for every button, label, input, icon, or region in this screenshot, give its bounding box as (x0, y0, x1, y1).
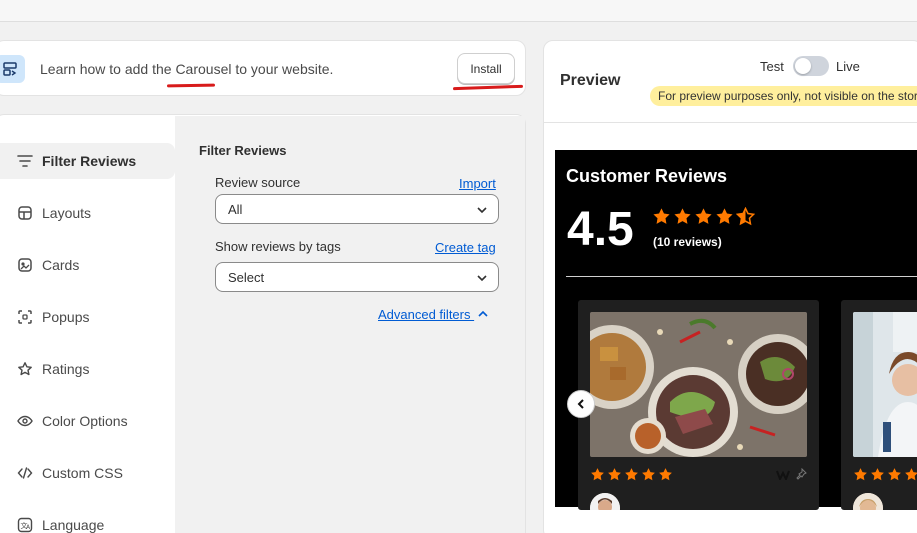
chevron-up-icon (478, 310, 488, 317)
import-link[interactable]: Import (459, 176, 496, 191)
carousel-prev-button[interactable] (567, 390, 595, 418)
advanced-filters-label: Advanced filters (378, 307, 471, 322)
star-icon (854, 468, 867, 481)
sidebar-item-label: Custom CSS (42, 465, 123, 481)
preview-title: Preview (560, 72, 621, 89)
sidebar-item-label: Cards (42, 257, 80, 273)
code-icon (16, 464, 34, 482)
sidebar-item-filter-reviews[interactable]: Filter Reviews (0, 143, 175, 179)
star-icon (608, 468, 621, 481)
banner-text-before: Learn how to add the (40, 61, 176, 77)
half-star-icon (736, 207, 755, 226)
sidebar-item-layouts[interactable]: Layouts (0, 195, 175, 231)
star-icon (653, 208, 670, 224)
preview-divider (544, 122, 917, 123)
chevron-down-icon (476, 204, 488, 219)
banner-highlight: Carousel (175, 61, 232, 77)
chevron-left-icon (577, 399, 584, 409)
person-at-desk-photo (853, 312, 917, 457)
star-icon (591, 468, 604, 481)
star-icon (625, 468, 638, 481)
star-icon (695, 208, 712, 224)
svg-text:A: A (26, 524, 31, 531)
review-source-label: Review source (215, 175, 301, 190)
create-tag-link[interactable]: Create tag (435, 240, 496, 255)
install-button[interactable]: Install (457, 53, 515, 84)
widget-title: Customer Reviews (566, 166, 728, 186)
tags-label: Show reviews by tags (215, 239, 341, 254)
food-plates-photo (590, 312, 807, 457)
star-icon (642, 468, 655, 481)
widget-code-icon (0, 55, 25, 83)
tags-select-value: Select (228, 269, 265, 285)
test-live-toggle[interactable] (793, 56, 829, 76)
star-icon (905, 468, 917, 481)
star-icon (888, 468, 901, 481)
top-bar (0, 0, 917, 22)
mode-test-label: Test (760, 59, 784, 74)
mode-live-label: Live (836, 59, 860, 74)
advanced-filters-link[interactable]: Advanced filters (378, 307, 489, 322)
sidebar-item-label: Layouts (42, 205, 92, 221)
star-outline-icon (16, 360, 34, 378)
review-source-select[interactable]: All (215, 194, 499, 224)
review-card[interactable] (841, 300, 917, 510)
average-score: 4.5 (567, 203, 634, 256)
filter-lines-icon (16, 152, 34, 170)
sidebar-item-popups[interactable]: Popups (0, 299, 175, 335)
star-icon (716, 208, 733, 224)
avatar (853, 493, 883, 510)
review-source-value: All (228, 201, 243, 217)
popup-icon (16, 308, 34, 326)
translate-icon: 文A (16, 516, 34, 533)
sidebar-item-custom-css[interactable]: Custom CSS (0, 455, 175, 491)
sidebar-item-label: Ratings (42, 361, 90, 377)
eye-icon (16, 412, 34, 430)
chevron-down-icon (476, 272, 488, 287)
source-logo-icon (776, 470, 790, 480)
toggle-knob (795, 58, 811, 74)
filter-section-title: Filter Reviews (199, 143, 287, 158)
pin-icon (796, 468, 807, 480)
preview-notice: For preview purposes only, not visible o… (650, 86, 917, 106)
star-icon (871, 468, 884, 481)
sidebar-item-language[interactable]: 文A Language (0, 507, 175, 533)
avatar (590, 493, 620, 510)
sidebar-item-color-options[interactable]: Color Options (0, 403, 175, 439)
review-card[interactable] (578, 300, 819, 510)
average-stars (652, 207, 755, 226)
tags-select[interactable]: Select (215, 262, 499, 292)
cards-icon (16, 256, 34, 274)
star-icon (674, 208, 691, 224)
layout-icon (16, 204, 34, 222)
review-count: (10 reviews) (653, 235, 722, 249)
star-icon (659, 468, 672, 481)
widget-divider (566, 276, 917, 277)
install-banner: Learn how to add the Carousel to your we… (0, 40, 526, 96)
banner-text-after: to your website. (231, 61, 334, 77)
card-stars (590, 467, 673, 482)
sidebar-item-label: Popups (42, 309, 90, 325)
sidebar-item-ratings[interactable]: Ratings (0, 351, 175, 387)
sidebar-item-cards[interactable]: Cards (0, 247, 175, 283)
sidebar-item-label: Filter Reviews (42, 153, 137, 169)
sidebar-item-label: Language (42, 517, 105, 533)
sidebar-item-label: Color Options (42, 413, 128, 429)
banner-message: Learn how to add the Carousel to your we… (40, 61, 333, 77)
card-stars (853, 467, 917, 482)
